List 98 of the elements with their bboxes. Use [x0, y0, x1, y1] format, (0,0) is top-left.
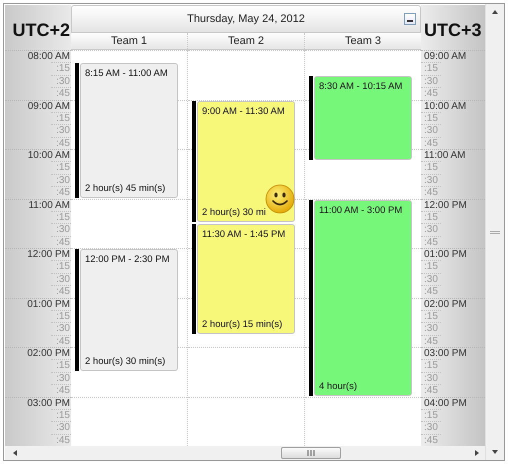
- scroll-down-icon[interactable]: [491, 448, 499, 456]
- event-card[interactable]: 11:00 AM - 3:00 PM 4 hour(s): [314, 200, 412, 396]
- quarter-label: :30: [423, 274, 439, 286]
- quarter-label: :30: [55, 323, 71, 335]
- hour-label: 08:00 AM: [26, 51, 71, 62]
- quarter-label: :15: [55, 410, 71, 422]
- quarter-label: :30: [55, 125, 71, 137]
- quarter-label: :30: [423, 76, 439, 88]
- scroll-right-icon[interactable]: [473, 449, 481, 457]
- quarter-label: :15: [55, 360, 71, 372]
- event-time: 9:00 AM - 11:30 AM: [202, 106, 286, 116]
- vertical-scrollbar[interactable]: [485, 4, 504, 460]
- quarter-label: :30: [55, 372, 71, 384]
- quarter-label: :30: [55, 422, 71, 434]
- quarter-label: :15: [423, 162, 439, 174]
- event-time: 11:30 AM - 1:45 PM: [202, 229, 286, 240]
- event-time: 8:15 AM - 11:00 AM: [85, 68, 169, 80]
- quarter-label: :15: [55, 162, 71, 174]
- quarter-label: :45: [55, 385, 71, 396]
- quarter-label: :15: [55, 212, 71, 224]
- scroll-thumb[interactable]: [281, 447, 341, 459]
- event-time: 12:00 PM - 2:30 PM: [85, 254, 170, 265]
- quarter-label: :45: [423, 434, 439, 446]
- quarter-label: :15: [423, 212, 439, 224]
- quarter-label: :15: [55, 112, 71, 124]
- smiley-icon: [265, 184, 295, 214]
- quarter-label: :45: [55, 88, 71, 100]
- quarter-label: :15: [423, 261, 439, 273]
- date-title: Thursday, May 24, 2012: [187, 13, 305, 25]
- quarter-label: :45: [55, 187, 71, 198]
- event-card[interactable]: 11:30 AM - 1:45 PM 2 hour(s) 15 min(s): [197, 224, 295, 334]
- hour-label: 03:00 PM: [423, 348, 468, 360]
- quarter-label: :30: [55, 274, 71, 286]
- event-time: 8:30 AM - 10:15 AM: [319, 80, 404, 92]
- quarter-label: :30: [423, 224, 439, 236]
- quarter-label: :30: [55, 174, 71, 186]
- scroll-up-icon[interactable]: [491, 8, 499, 16]
- quarter-label: :15: [423, 310, 439, 322]
- minimize-button[interactable]: [404, 13, 416, 25]
- quarter-label: :15: [55, 310, 71, 322]
- event-duration: 2 hour(s) 15 min(s): [202, 318, 284, 330]
- quarter-label: :45: [55, 336, 71, 347]
- quarter-label: :30: [423, 125, 439, 137]
- timezone-label: UTC+2: [12, 20, 70, 41]
- quarter-label: :15: [423, 360, 439, 372]
- hour-label: 03:00 PM: [26, 398, 71, 409]
- quarter-label: :45: [423, 385, 439, 396]
- horizontal-scrollbar[interactable]: [5, 446, 485, 460]
- quarter-label: :45: [55, 434, 71, 446]
- timezone-label: UTC+3: [424, 20, 482, 41]
- hour-label: 01:00 PM: [423, 249, 468, 260]
- quarter-label: :30: [423, 323, 439, 335]
- quarter-label: :45: [55, 286, 71, 298]
- event-card[interactable]: 12:00 PM - 2:30 PM 2 hour(s) 30 min(s): [80, 249, 178, 371]
- event-card[interactable]: 8:15 AM - 11:00 AM 2 hour(s) 45 min(s): [80, 63, 178, 198]
- hour-label: 12:00 PM: [423, 200, 468, 211]
- quarter-label: :45: [55, 138, 71, 149]
- quarter-label: :45: [423, 336, 439, 347]
- quarter-label: :15: [55, 63, 71, 75]
- scroll-left-icon[interactable]: [11, 449, 19, 457]
- quarter-label: :30: [55, 76, 71, 88]
- quarter-label: :30: [423, 422, 439, 434]
- hour-label: 01:00 PM: [26, 298, 71, 310]
- team-header: Team 3: [344, 35, 382, 47]
- event-duration: 4 hour(s): [319, 380, 358, 392]
- hour-label: 10:00 AM: [423, 100, 468, 112]
- hour-label: 10:00 AM: [26, 150, 71, 162]
- hour-label: 02:00 PM: [423, 298, 468, 310]
- hour-label: 09:00 AM: [26, 100, 71, 112]
- hour-label: 04:00 PM: [423, 398, 468, 409]
- event-card[interactable]: 8:30 AM - 10:15 AM: [314, 76, 412, 160]
- hour-label: 09:00 AM: [423, 51, 468, 62]
- event-duration: 2 hour(s) 30 mi: [202, 207, 267, 218]
- team-header: Team 1: [110, 35, 148, 47]
- quarter-label: :30: [55, 224, 71, 236]
- quarter-label: :45: [423, 138, 439, 149]
- quarter-label: :30: [423, 174, 439, 186]
- hour-label: 02:00 PM: [26, 348, 71, 360]
- quarter-label: :15: [423, 112, 439, 124]
- quarter-label: :45: [423, 187, 439, 198]
- quarter-label: :45: [423, 88, 439, 100]
- hour-label: 11:00 AM: [27, 200, 71, 211]
- quarter-label: :45: [423, 286, 439, 298]
- quarter-label: :15: [423, 410, 439, 422]
- hour-label: 12:00 PM: [26, 249, 71, 260]
- quarter-label: :45: [55, 236, 71, 248]
- scroll-thumb[interactable]: [490, 230, 500, 234]
- quarter-label: :15: [423, 63, 439, 75]
- event-card[interactable]: 9:00 AM - 11:30 AM 2 hour(s) 30 mi: [197, 100, 295, 222]
- hour-label: 11:00 AM: [423, 150, 467, 162]
- quarter-label: :45: [423, 236, 439, 248]
- team-header: Team 2: [228, 35, 264, 47]
- quarter-label: :15: [55, 261, 71, 273]
- event-duration: 2 hour(s) 45 min(s): [85, 182, 166, 194]
- event-time: 11:00 AM - 3:00 PM: [319, 204, 404, 216]
- quarter-label: :30: [423, 372, 439, 384]
- event-duration: 2 hour(s) 30 min(s): [85, 356, 166, 367]
- grip-icon: [307, 450, 315, 456]
